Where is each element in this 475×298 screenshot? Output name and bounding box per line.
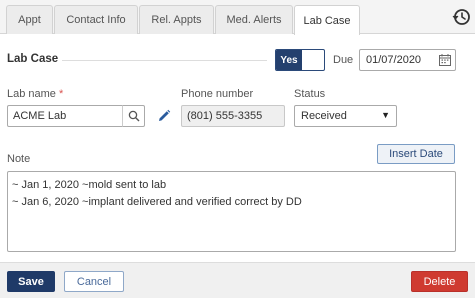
note-line: ~ Jan 1, 2020 ~mold sent to lab <box>12 179 167 191</box>
calendar-icon[interactable] <box>439 54 451 66</box>
due-date-input[interactable]: 01/07/2020 <box>359 49 456 71</box>
note-textarea[interactable]: ~ Jan 1, 2020 ~mold sent to lab ~ Jan 6,… <box>7 171 456 252</box>
history-clock-icon[interactable] <box>451 7 471 27</box>
section-divider <box>62 60 267 61</box>
insert-date-button[interactable]: Insert Date <box>377 144 455 164</box>
phone-value: (801) 555-3355 <box>187 110 263 122</box>
dropdown-caret-icon: ▼ <box>381 110 390 120</box>
section-title: Lab Case <box>7 53 59 65</box>
tab-med-alerts[interactable]: Med. Alerts <box>215 5 293 34</box>
due-label: Due <box>333 54 354 66</box>
lab-name-value: ACME Lab <box>13 110 67 122</box>
tab-rel-appts[interactable]: Rel. Appts <box>139 5 214 34</box>
tab-appt[interactable]: Appt <box>6 5 53 34</box>
lab-name-input[interactable]: ACME Lab <box>7 105 123 127</box>
tab-lab-case[interactable]: Lab Case <box>294 5 360 35</box>
save-button[interactable]: Save <box>7 271 55 292</box>
status-value: Received <box>301 110 347 122</box>
tab-bar: Appt Contact Info Rel. Appts Med. Alerts… <box>0 0 475 35</box>
note-label: Note <box>7 153 31 165</box>
note-line: ~ Jan 6, 2020 ~implant delivered and ver… <box>12 196 302 208</box>
phone-label: Phone number <box>181 88 254 100</box>
status-select[interactable]: Received ▼ <box>294 105 397 127</box>
toggle-on-label: Yes <box>276 50 302 70</box>
lab-search-button[interactable] <box>122 105 145 127</box>
tab-contact-info[interactable]: Contact Info <box>54 5 138 34</box>
pencil-icon[interactable] <box>156 108 172 124</box>
phone-field: (801) 555-3355 <box>181 105 285 127</box>
delete-button[interactable]: Delete <box>411 271 468 292</box>
cancel-button[interactable]: Cancel <box>64 271 124 292</box>
status-label: Status <box>294 88 326 100</box>
lab-case-toggle[interactable]: Yes <box>275 49 325 71</box>
required-indicator: * <box>59 88 64 100</box>
lab-name-label: Lab name * <box>7 88 64 100</box>
due-date-value: 01/07/2020 <box>366 54 422 66</box>
search-icon <box>128 110 139 122</box>
footer-bar: Save Cancel Delete <box>0 262 475 298</box>
